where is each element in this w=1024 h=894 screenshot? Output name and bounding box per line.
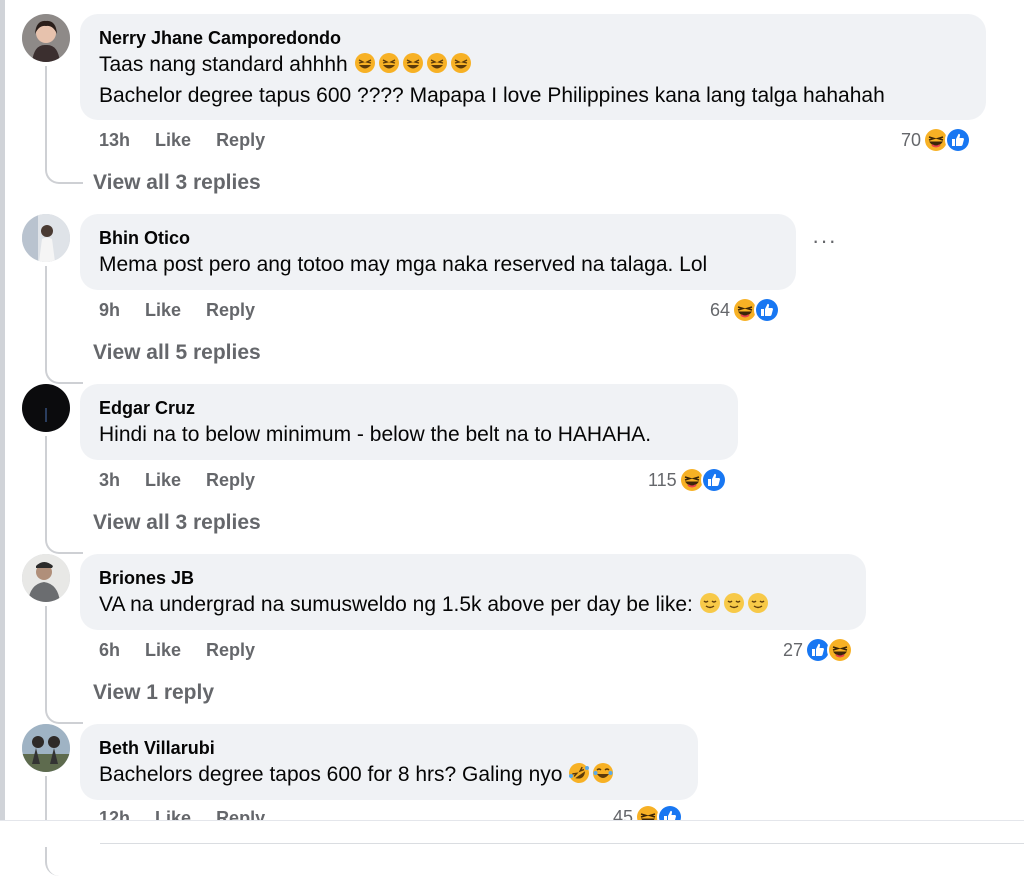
comment-line: VA na undergrad na sumusweldo ng 1.5k ab… (99, 593, 693, 616)
thread-connector (45, 606, 83, 724)
reaction-summary[interactable]: 115 (648, 467, 727, 493)
view-replies-link[interactable]: View 1 reply (93, 681, 214, 705)
thread-connector (45, 266, 83, 384)
avatar[interactable] (22, 724, 70, 772)
like-button[interactable]: Like (145, 300, 181, 321)
comment-bubble: Beth Villarubi Bachelors degree tapos 60… (80, 724, 698, 800)
reply-button[interactable]: Reply (206, 300, 255, 321)
rofl-emoji-icon (568, 762, 590, 784)
comment-item: Beth Villarubi Bachelors degree tapos 60… (0, 724, 1024, 894)
comment-timestamp[interactable]: 13h (99, 130, 130, 151)
reaction-summary[interactable]: 27 (783, 637, 854, 663)
comment-text: Bachelors degree tapos 600 for 8 hrs? Ga… (99, 759, 680, 790)
comment-actions: 9h Like Reply (99, 300, 255, 321)
reaction-count: 70 (901, 129, 922, 150)
comment-item: Nerry Jhane Camporedondo Taas nang stand… (0, 14, 1024, 194)
avatar[interactable] (22, 214, 70, 262)
comment-line: Taas nang standard ahhhh (99, 53, 348, 76)
like-button[interactable]: Like (145, 470, 181, 491)
avatar[interactable] (22, 14, 70, 62)
laughing-emoji-icon (354, 52, 376, 74)
like-reaction-icon (754, 297, 781, 323)
reaction-summary[interactable]: 70 (901, 127, 972, 153)
comment-author[interactable]: Nerry Jhane Camporedondo (99, 27, 968, 49)
relieved-emoji-icon (747, 592, 769, 614)
reply-button[interactable]: Reply (216, 130, 265, 151)
comment-timestamp[interactable]: 6h (99, 640, 120, 661)
relieved-emoji-icon (699, 592, 721, 614)
view-replies-link[interactable]: View all 5 replies (93, 341, 261, 365)
like-reaction-icon (945, 127, 972, 153)
view-replies-link[interactable]: View all 3 replies (93, 171, 261, 195)
comment-bubble: Edgar Cruz Hindi na to below minimum - b… (80, 384, 738, 460)
like-reaction-icon (700, 467, 727, 493)
like-button[interactable]: Like (145, 640, 181, 661)
reaction-count: 64 (710, 299, 731, 320)
more-options-icon[interactable]: ··· (812, 228, 837, 254)
comment-bubble: Nerry Jhane Camporedondo Taas nang stand… (80, 14, 986, 120)
comment-author[interactable]: Beth Villarubi (99, 737, 680, 759)
comment-timestamp[interactable]: 3h (99, 470, 120, 491)
thread-connector (45, 66, 83, 184)
laughing-emoji-icon (378, 52, 400, 74)
comment-bubble: Briones JB VA na undergrad na sumusweldo… (80, 554, 866, 630)
comment-item: Edgar Cruz Hindi na to below minimum - b… (0, 384, 1024, 554)
avatar[interactable] (22, 384, 70, 432)
reply-button[interactable]: Reply (206, 640, 255, 661)
reaction-count: 27 (783, 639, 804, 660)
comment-bubble: Bhin Otico Mema post pero ang totoo may … (80, 214, 796, 290)
laughing-emoji-icon (426, 52, 448, 74)
comment-text: Hindi na to below minimum - below the be… (99, 423, 652, 446)
laughing-emoji-icon (402, 52, 424, 74)
joy-emoji-icon (592, 762, 614, 784)
comment-actions: 13h Like Reply (99, 130, 265, 151)
comment-line: Bachelor degree tapus 600 ???? Mapapa I … (99, 84, 885, 107)
reaction-summary[interactable]: 64 (710, 297, 781, 323)
haha-reaction-icon (827, 637, 854, 663)
comment-author[interactable]: Edgar Cruz (99, 397, 720, 419)
comment-item: Briones JB VA na undergrad na sumusweldo… (0, 554, 1024, 724)
thread-connector (45, 436, 83, 554)
comment-text: Mema post pero ang totoo may mga naka re… (99, 253, 708, 276)
like-button[interactable]: Like (155, 130, 191, 151)
comment-line: Bachelors degree tapos 600 for 8 hrs? Ga… (99, 763, 563, 786)
laughing-emoji-icon (450, 52, 472, 74)
comment-text: VA na undergrad na sumusweldo ng 1.5k ab… (99, 589, 848, 620)
comment-actions: 3h Like Reply (99, 470, 255, 491)
comment-actions: 6h Like Reply (99, 640, 255, 661)
relieved-emoji-icon (723, 592, 745, 614)
comment-author[interactable]: Briones JB (99, 567, 848, 589)
comment-item: Bhin Otico Mema post pero ang totoo may … (0, 214, 1024, 384)
comment-timestamp[interactable]: 9h (99, 300, 120, 321)
reaction-count: 115 (648, 469, 677, 490)
view-replies-link[interactable]: View all 3 replies (93, 511, 261, 535)
comment-composer-edge (0, 820, 1024, 847)
avatar[interactable] (22, 554, 70, 602)
reply-button[interactable]: Reply (206, 470, 255, 491)
comment-text: Taas nang standard ahhhh (99, 49, 968, 80)
comment-author[interactable]: Bhin Otico (99, 227, 778, 249)
